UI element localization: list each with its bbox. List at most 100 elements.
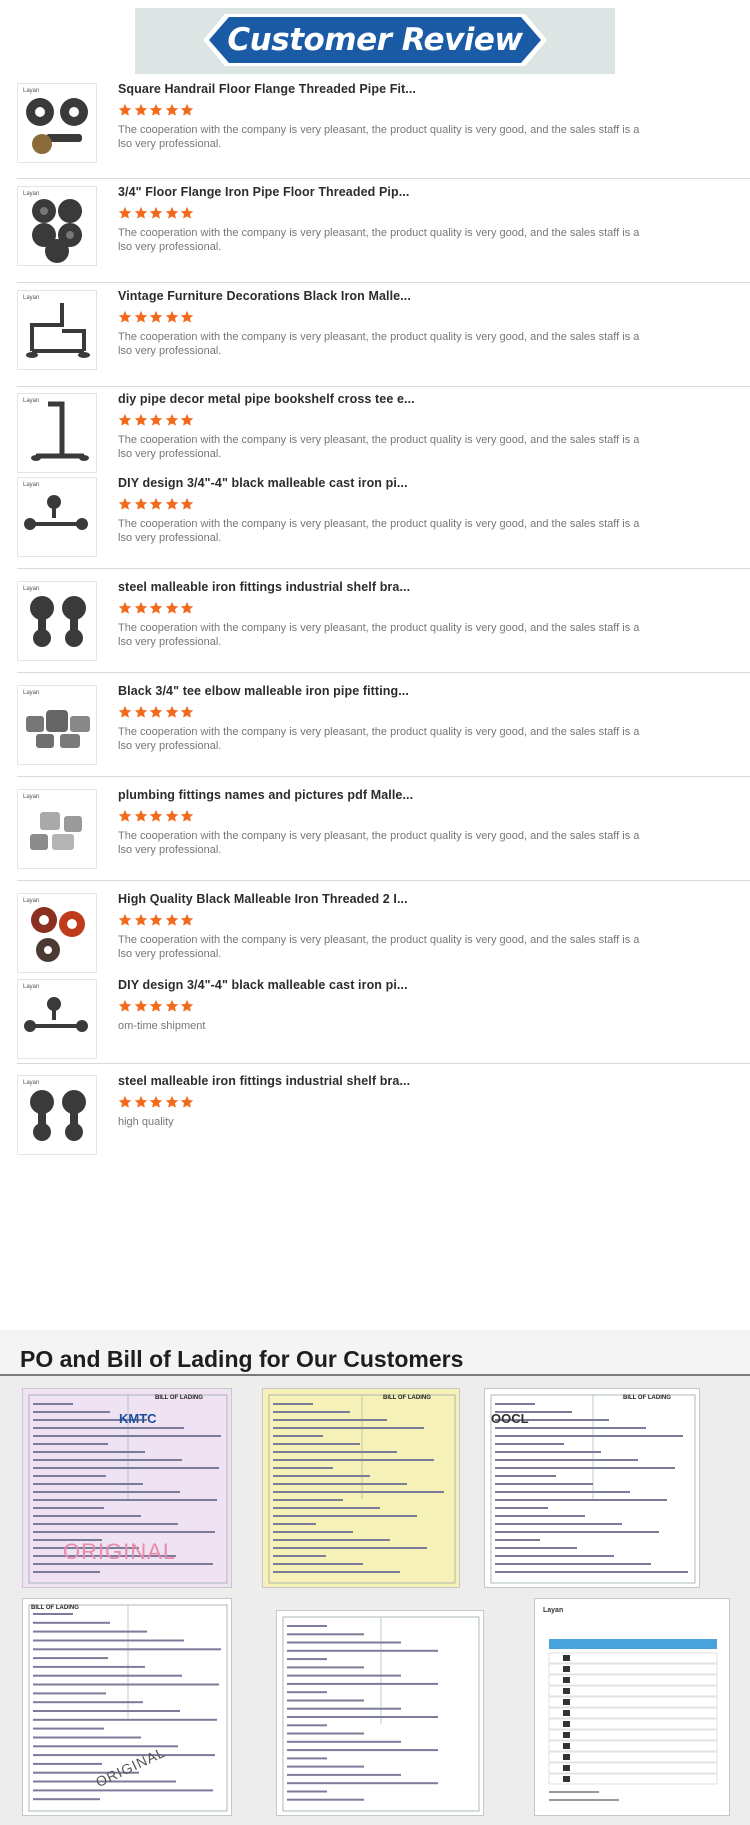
star-rating bbox=[118, 601, 196, 615]
product-title[interactable]: plumbing fittings names and pictures pdf… bbox=[118, 788, 413, 802]
document-heading: BILL OF LADING bbox=[155, 1395, 203, 1401]
review-divider bbox=[17, 386, 750, 387]
star-icon bbox=[165, 310, 179, 324]
star-icon bbox=[118, 413, 132, 427]
star-icon bbox=[180, 103, 194, 117]
star-icon bbox=[180, 999, 194, 1013]
review-divider bbox=[17, 568, 750, 569]
review-comment: The cooperation with the company is very… bbox=[118, 518, 640, 544]
star-icon bbox=[134, 809, 148, 823]
star-icon bbox=[149, 1095, 163, 1109]
star-icon bbox=[149, 413, 163, 427]
product-thumbnail[interactable]: Layan bbox=[17, 393, 97, 473]
document-scan-icon bbox=[268, 1394, 456, 1584]
thumbnail-brand-label: Layan bbox=[23, 1080, 40, 1086]
product-title[interactable]: diy pipe decor metal pipe bookshelf cros… bbox=[118, 392, 415, 406]
star-icon bbox=[149, 310, 163, 324]
star-icon bbox=[165, 601, 179, 615]
star-icon bbox=[149, 497, 163, 511]
document-logo: Layan bbox=[543, 1607, 564, 1614]
bill-of-lading-document[interactable]: BILL OF LADING bbox=[262, 1388, 460, 1588]
bill-of-lading-document[interactable]: BILL OF LADING OOCL bbox=[484, 1388, 700, 1588]
product-thumbnail[interactable]: Layan bbox=[17, 83, 97, 163]
star-icon bbox=[165, 103, 179, 117]
star-icon bbox=[165, 497, 179, 511]
product-title[interactable]: Black 3/4" tee elbow malleable iron pipe… bbox=[118, 684, 409, 698]
review-divider bbox=[17, 1063, 750, 1064]
star-icon bbox=[134, 601, 148, 615]
document-heading: BILL OF LADING bbox=[383, 1395, 431, 1401]
banner-title: Customer Review bbox=[227, 22, 523, 58]
product-thumbnail[interactable]: Layan bbox=[17, 789, 97, 869]
product-thumbnail[interactable]: Layan bbox=[17, 1075, 97, 1155]
review-comment: The cooperation with the company is very… bbox=[118, 434, 640, 460]
star-icon bbox=[118, 1095, 132, 1109]
star-icon bbox=[134, 206, 148, 220]
product-title[interactable]: High Quality Black Malleable Iron Thread… bbox=[118, 892, 408, 906]
review-comment: The cooperation with the company is very… bbox=[118, 934, 640, 960]
review-comment: The cooperation with the company is very… bbox=[118, 331, 640, 357]
star-icon bbox=[180, 913, 194, 927]
review-comment: high quality bbox=[118, 1116, 174, 1128]
star-icon bbox=[180, 310, 194, 324]
document-logo: KMTC bbox=[119, 1411, 157, 1426]
review-comment: The cooperation with the company is very… bbox=[118, 830, 640, 856]
flange-stack-icon bbox=[32, 199, 82, 263]
star-icon bbox=[134, 310, 148, 324]
star-icon bbox=[180, 413, 194, 427]
star-icon bbox=[165, 913, 179, 927]
star-icon bbox=[180, 809, 194, 823]
thumbnail-brand-label: Layan bbox=[23, 398, 40, 404]
product-thumbnail[interactable]: Layan bbox=[17, 477, 97, 557]
star-rating bbox=[118, 913, 196, 927]
product-title[interactable]: steel malleable iron fittings industrial… bbox=[118, 580, 410, 594]
star-rating bbox=[118, 206, 196, 220]
product-title[interactable]: 3/4" Floor Flange Iron Pipe Floor Thread… bbox=[118, 185, 409, 199]
star-icon bbox=[118, 705, 132, 719]
purchase-order-document[interactable]: Layan bbox=[534, 1598, 730, 1816]
review-comment: om-time shipment bbox=[118, 1020, 206, 1032]
original-stamp: ORIGINAL bbox=[63, 1539, 177, 1564]
product-thumbnail[interactable]: Layan bbox=[17, 186, 97, 266]
product-title[interactable]: steel malleable iron fittings industrial… bbox=[118, 1074, 410, 1088]
document-heading: BILL OF LADING bbox=[31, 1605, 79, 1611]
star-rating bbox=[118, 705, 196, 719]
star-icon bbox=[118, 601, 132, 615]
star-icon bbox=[149, 999, 163, 1013]
thumbnail-brand-label: Layan bbox=[23, 88, 40, 94]
product-title[interactable]: Vintage Furniture Decorations Black Iron… bbox=[118, 289, 411, 303]
product-thumbnail[interactable]: Layan bbox=[17, 581, 97, 661]
product-thumbnail[interactable]: Layan bbox=[17, 979, 97, 1059]
thumbnail-brand-label: Layan bbox=[23, 690, 40, 696]
review-divider bbox=[17, 282, 750, 283]
product-thumbnail[interactable]: Layan bbox=[17, 893, 97, 973]
towel-bar-icon bbox=[24, 495, 88, 530]
product-title[interactable]: DIY design 3/4"-4" black malleable cast … bbox=[118, 978, 408, 992]
star-icon bbox=[118, 310, 132, 324]
bill-of-lading-document[interactable]: BILL OF LADING ORIGINAL bbox=[22, 1598, 232, 1816]
document-scan-icon bbox=[282, 1616, 480, 1812]
thumbnail-brand-label: Layan bbox=[23, 295, 40, 301]
star-icon bbox=[165, 413, 179, 427]
floor-flange-icon bbox=[26, 98, 88, 154]
thumbnail-brand-label: Layan bbox=[23, 586, 40, 592]
documents-section-title: PO and Bill of Lading for Our Customers bbox=[20, 1346, 464, 1372]
product-title[interactable]: DIY design 3/4"-4" black malleable cast … bbox=[118, 476, 408, 490]
star-rating bbox=[118, 103, 196, 117]
star-icon bbox=[180, 206, 194, 220]
star-icon bbox=[118, 913, 132, 927]
star-icon bbox=[165, 206, 179, 220]
star-icon bbox=[180, 601, 194, 615]
bill-of-lading-document[interactable] bbox=[276, 1610, 484, 1816]
bill-of-lading-document[interactable]: BILL OF LADING KMTC ORIGINAL bbox=[22, 1388, 232, 1588]
product-title[interactable]: Square Handrail Floor Flange Threaded Pi… bbox=[118, 82, 416, 96]
document-scan-icon bbox=[28, 1604, 228, 1812]
shelf-bracket-icon bbox=[30, 1090, 86, 1141]
product-thumbnail[interactable]: Layan bbox=[17, 290, 97, 370]
thumbnail-brand-label: Layan bbox=[23, 794, 40, 800]
star-rating bbox=[118, 413, 196, 427]
red-flange-icon bbox=[31, 907, 85, 962]
star-rating bbox=[118, 497, 196, 511]
star-icon bbox=[149, 601, 163, 615]
product-thumbnail[interactable]: Layan bbox=[17, 685, 97, 765]
